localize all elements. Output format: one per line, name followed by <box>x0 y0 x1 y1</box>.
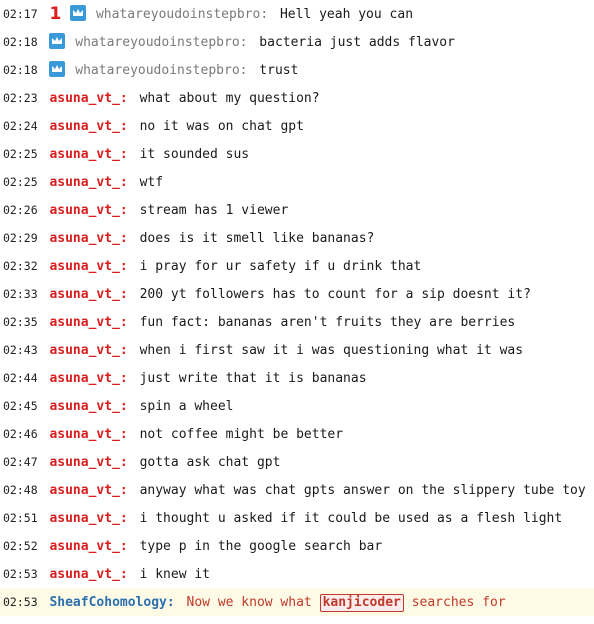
message-timestamp: 02:18 <box>3 35 38 49</box>
username[interactable]: asuna_vt_: <box>49 511 127 526</box>
username[interactable]: asuna_vt_: <box>49 483 127 498</box>
message-timestamp: 02:52 <box>3 539 38 553</box>
username[interactable]: asuna_vt_: <box>49 371 127 386</box>
message-text: fun fact: bananas aren't fruits they are… <box>139 315 516 330</box>
message-timestamp: 02:51 <box>3 511 38 525</box>
message-text: type p in the google search bar <box>139 539 383 554</box>
chat-message: 02:44 asuna_vt_: just write that it is b… <box>0 364 594 392</box>
message-text: bacteria just adds flavor <box>259 35 455 50</box>
message-text: i knew it <box>139 567 211 582</box>
username[interactable]: asuna_vt_: <box>49 315 127 330</box>
message-timestamp: 02:46 <box>3 427 38 441</box>
message-text: 200 yt followers has to count for a sip … <box>139 287 531 302</box>
mention-chip[interactable]: kanjicoder <box>319 594 404 612</box>
message-timestamp: 02:44 <box>3 371 38 385</box>
chat-message: 02:17 1 whatareyoudoinstepbro: Hell yeah… <box>0 0 594 28</box>
message-text: stream has 1 viewer <box>139 203 289 218</box>
crown-icon[interactable] <box>49 61 66 77</box>
message-timestamp: 02:25 <box>3 147 38 161</box>
message-text: gotta ask chat gpt <box>139 455 281 470</box>
message-text: spin a wheel <box>139 399 234 414</box>
chat-message: 02:47 asuna_vt_: gotta ask chat gpt <box>0 448 594 476</box>
chat-message: 02:29 asuna_vt_: does is it smell like b… <box>0 224 594 252</box>
username[interactable]: asuna_vt_: <box>49 119 127 134</box>
chat-message: 02:23 asuna_vt_: what about my question? <box>0 84 594 112</box>
username[interactable]: asuna_vt_: <box>49 91 127 106</box>
message-text: anyway what was chat gpts answer on the … <box>139 483 586 498</box>
message-text-after: searches for <box>411 595 506 610</box>
username[interactable]: asuna_vt_: <box>49 427 127 442</box>
message-timestamp: 02:32 <box>3 259 38 273</box>
message-text: trust <box>259 63 299 78</box>
message-timestamp: 02:25 <box>3 175 38 189</box>
message-text-before: Now we know what <box>186 595 312 610</box>
chat-message: 02:53 asuna_vt_: i knew it <box>0 560 594 588</box>
message-text: Hell yeah you can <box>279 7 414 22</box>
crown-icon[interactable] <box>49 33 66 49</box>
message-timestamp: 02:45 <box>3 399 38 413</box>
message-text: Now we know what kanjicoder searches for <box>186 594 506 612</box>
username[interactable]: whatareyoudoinstepbro: <box>75 35 247 50</box>
username[interactable]: whatareyoudoinstepbro: <box>75 63 247 78</box>
chat-message: 02:18 whatareyoudoinstepbro: bacteria ju… <box>0 28 594 56</box>
message-timestamp: 02:17 <box>3 7 38 21</box>
message-timestamp: 02:47 <box>3 455 38 469</box>
chat-message-highlighted: 02:53 SheafCohomology: Now we know what … <box>0 588 594 616</box>
chat-message: 02:18 whatareyoudoinstepbro: trust <box>0 56 594 84</box>
chat-log: 02:17 1 whatareyoudoinstepbro: Hell yeah… <box>0 0 594 616</box>
chat-message: 02:48 asuna_vt_: anyway what was chat gp… <box>0 476 594 504</box>
message-timestamp: 02:53 <box>3 567 38 581</box>
username[interactable]: asuna_vt_: <box>49 175 127 190</box>
message-text: i thought u asked if it could be used as… <box>139 511 563 526</box>
message-timestamp: 02:18 <box>3 63 38 77</box>
rank-badge[interactable]: 1 <box>49 0 61 28</box>
message-timestamp: 02:23 <box>3 91 38 105</box>
username[interactable]: asuna_vt_: <box>49 343 127 358</box>
chat-message: 02:35 asuna_vt_: fun fact: bananas aren'… <box>0 308 594 336</box>
message-timestamp: 02:29 <box>3 231 38 245</box>
username[interactable]: asuna_vt_: <box>49 231 127 246</box>
message-timestamp: 02:53 <box>3 595 38 609</box>
chat-message: 02:51 asuna_vt_: i thought u asked if it… <box>0 504 594 532</box>
message-text: it sounded sus <box>139 147 250 162</box>
message-text: when i first saw it i was questioning wh… <box>139 343 524 358</box>
username[interactable]: asuna_vt_: <box>49 259 127 274</box>
message-text: does is it smell like bananas? <box>139 231 375 246</box>
message-text: not coffee might be better <box>139 427 344 442</box>
message-timestamp: 02:24 <box>3 119 38 133</box>
username[interactable]: asuna_vt_: <box>49 399 127 414</box>
username[interactable]: asuna_vt_: <box>49 455 127 470</box>
chat-message: 02:52 asuna_vt_: type p in the google se… <box>0 532 594 560</box>
chat-message: 02:46 asuna_vt_: not coffee might be bet… <box>0 420 594 448</box>
chat-message: 02:25 asuna_vt_: wtf <box>0 168 594 196</box>
message-timestamp: 02:48 <box>3 483 38 497</box>
chat-message: 02:26 asuna_vt_: stream has 1 viewer <box>0 196 594 224</box>
username[interactable]: asuna_vt_: <box>49 567 127 582</box>
username[interactable]: asuna_vt_: <box>49 147 127 162</box>
chat-message: 02:25 asuna_vt_: it sounded sus <box>0 140 594 168</box>
message-text: wtf <box>139 175 164 190</box>
message-text: just write that it is bananas <box>139 371 367 386</box>
message-timestamp: 02:35 <box>3 315 38 329</box>
username[interactable]: asuna_vt_: <box>49 539 127 554</box>
message-text: no it was on chat gpt <box>139 119 304 134</box>
chat-message: 02:24 asuna_vt_: no it was on chat gpt <box>0 112 594 140</box>
message-text: what about my question? <box>139 91 320 106</box>
message-timestamp: 02:26 <box>3 203 38 217</box>
username[interactable]: asuna_vt_: <box>49 287 127 302</box>
username[interactable]: whatareyoudoinstepbro: <box>96 7 268 22</box>
message-timestamp: 02:33 <box>3 287 38 301</box>
username[interactable]: asuna_vt_: <box>49 203 127 218</box>
message-text: i pray for ur safety if u drink that <box>139 259 422 274</box>
crown-icon[interactable] <box>70 5 87 21</box>
message-timestamp: 02:43 <box>3 343 38 357</box>
chat-message: 02:33 asuna_vt_: 200 yt followers has to… <box>0 280 594 308</box>
username[interactable]: SheafCohomology: <box>49 595 174 610</box>
chat-message: 02:43 asuna_vt_: when i first saw it i w… <box>0 336 594 364</box>
chat-message: 02:32 asuna_vt_: i pray for ur safety if… <box>0 252 594 280</box>
chat-message: 02:45 asuna_vt_: spin a wheel <box>0 392 594 420</box>
